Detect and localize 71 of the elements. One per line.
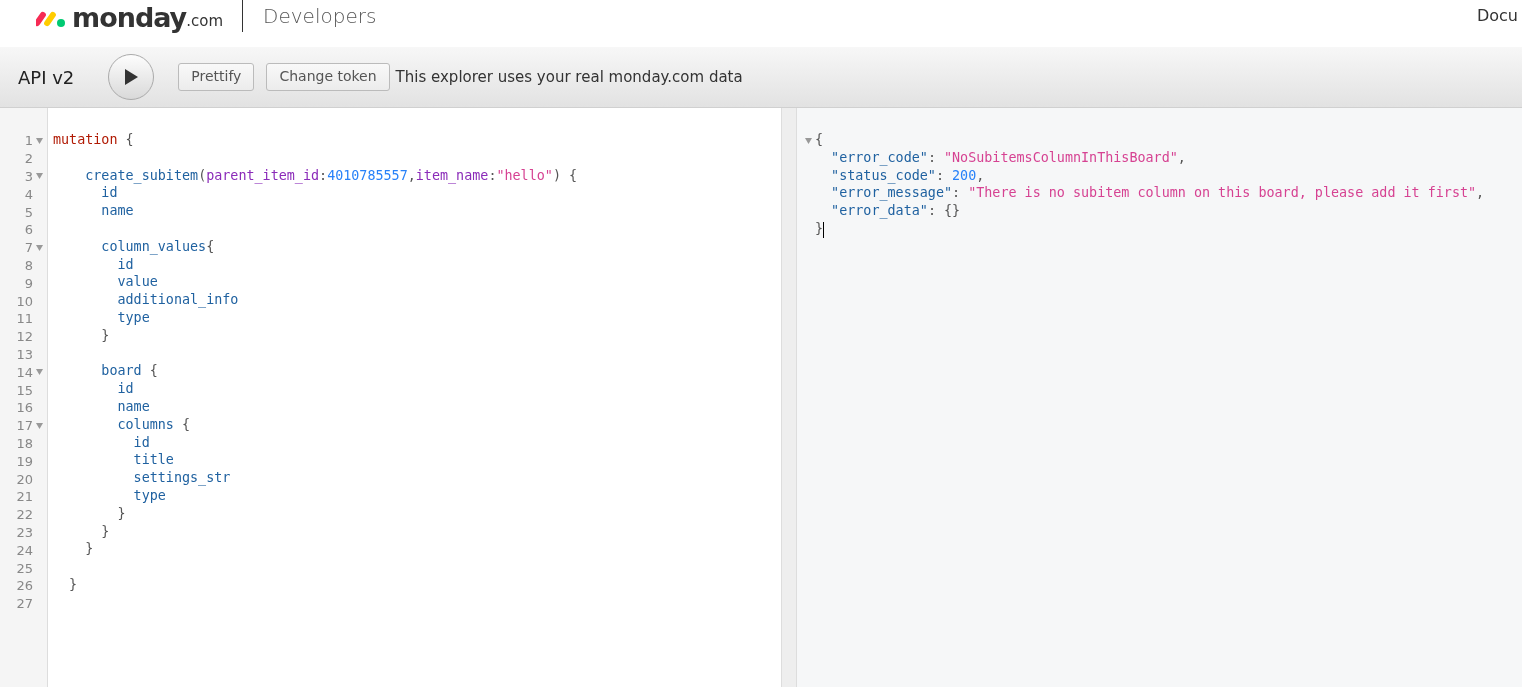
code-line: } — [100, 523, 110, 541]
code-line: name — [100, 203, 134, 221]
line-number: 7 — [24, 240, 33, 256]
fold-icon[interactable] — [36, 173, 43, 180]
line-number: 17 — [16, 418, 33, 434]
section-title: Developers — [263, 4, 378, 28]
line-number: 27 — [16, 596, 33, 612]
fold-icon[interactable] — [36, 244, 43, 251]
line-number: 20 — [16, 471, 33, 487]
line-number: 14 — [16, 364, 33, 380]
code-line: } — [100, 327, 110, 345]
logo-suffix: .com — [186, 12, 224, 30]
line-number: 25 — [16, 560, 33, 576]
code-line: board { — [100, 363, 158, 381]
code-line: id — [116, 256, 134, 274]
code-line: value — [116, 274, 158, 292]
code-line: } — [116, 505, 126, 523]
line-number: 23 — [16, 524, 33, 540]
code-line: id — [132, 434, 150, 452]
code-line: mutation { — [53, 132, 134, 149]
line-number: 24 — [16, 542, 33, 558]
code-line: id — [100, 185, 118, 203]
fold-icon[interactable] — [805, 137, 812, 144]
api-title: API v2 — [18, 66, 75, 88]
code-line: } — [84, 541, 94, 559]
line-number: 21 — [16, 489, 33, 505]
line-number: 4 — [24, 186, 33, 202]
code-line: create_subitem(parent_item_id:4010785557,item_name:"hello") { — [84, 167, 578, 186]
line-number: 13 — [16, 346, 33, 362]
code-line: "status_code": 200, — [830, 167, 985, 186]
toolbar-button[interactable]: Change token — [266, 63, 390, 91]
line-number: 2 — [24, 151, 33, 167]
code-line: name — [116, 398, 150, 416]
line-number: 10 — [16, 293, 33, 309]
toolbar-button[interactable]: Prettify — [178, 63, 255, 91]
fold-icon[interactable] — [36, 422, 43, 429]
logo-word: monday — [72, 2, 187, 33]
line-number: 9 — [24, 275, 33, 291]
fold-icon[interactable] — [36, 137, 43, 144]
line-number: 12 — [16, 329, 33, 345]
line-number: 8 — [24, 257, 33, 273]
line-number: 26 — [16, 578, 33, 594]
fold-icon[interactable] — [36, 369, 43, 376]
line-number: 15 — [16, 382, 33, 398]
line-number: 1 — [24, 133, 33, 149]
nav-link[interactable]: Docu — [1476, 6, 1518, 25]
code-line: additional_info — [116, 292, 239, 310]
line-number: 6 — [24, 222, 33, 238]
line-number: 3 — [24, 169, 33, 184]
code-line: "error_code": "NoSubitemsColumnInThisBoard", — [830, 149, 1186, 168]
code-line: { — [815, 132, 824, 149]
line-number: 22 — [16, 507, 33, 523]
code-line: id — [116, 381, 134, 399]
code-line: column_values{ — [100, 238, 215, 257]
code-line: } — [68, 576, 78, 594]
code-line: type — [116, 309, 150, 327]
line-number: 5 — [24, 204, 33, 220]
code-line: } — [815, 221, 824, 238]
code-line: columns { — [116, 416, 191, 434]
line-number: 18 — [16, 435, 33, 451]
code-line: title — [132, 452, 174, 470]
code-line: settings_str — [132, 470, 231, 488]
code-line: "error_data": {} — [830, 203, 961, 221]
notice-text: This explorer uses your real monday.com data — [395, 68, 743, 86]
line-number: 16 — [16, 400, 33, 416]
play-icon — [123, 68, 140, 86]
line-number: 19 — [16, 453, 33, 469]
code-line: "error_message": "There is no subitem column on this board, please add it first", — [830, 185, 1485, 203]
run-button[interactable] — [108, 54, 155, 100]
code-line: type — [132, 487, 166, 505]
line-number: 11 — [16, 311, 33, 327]
